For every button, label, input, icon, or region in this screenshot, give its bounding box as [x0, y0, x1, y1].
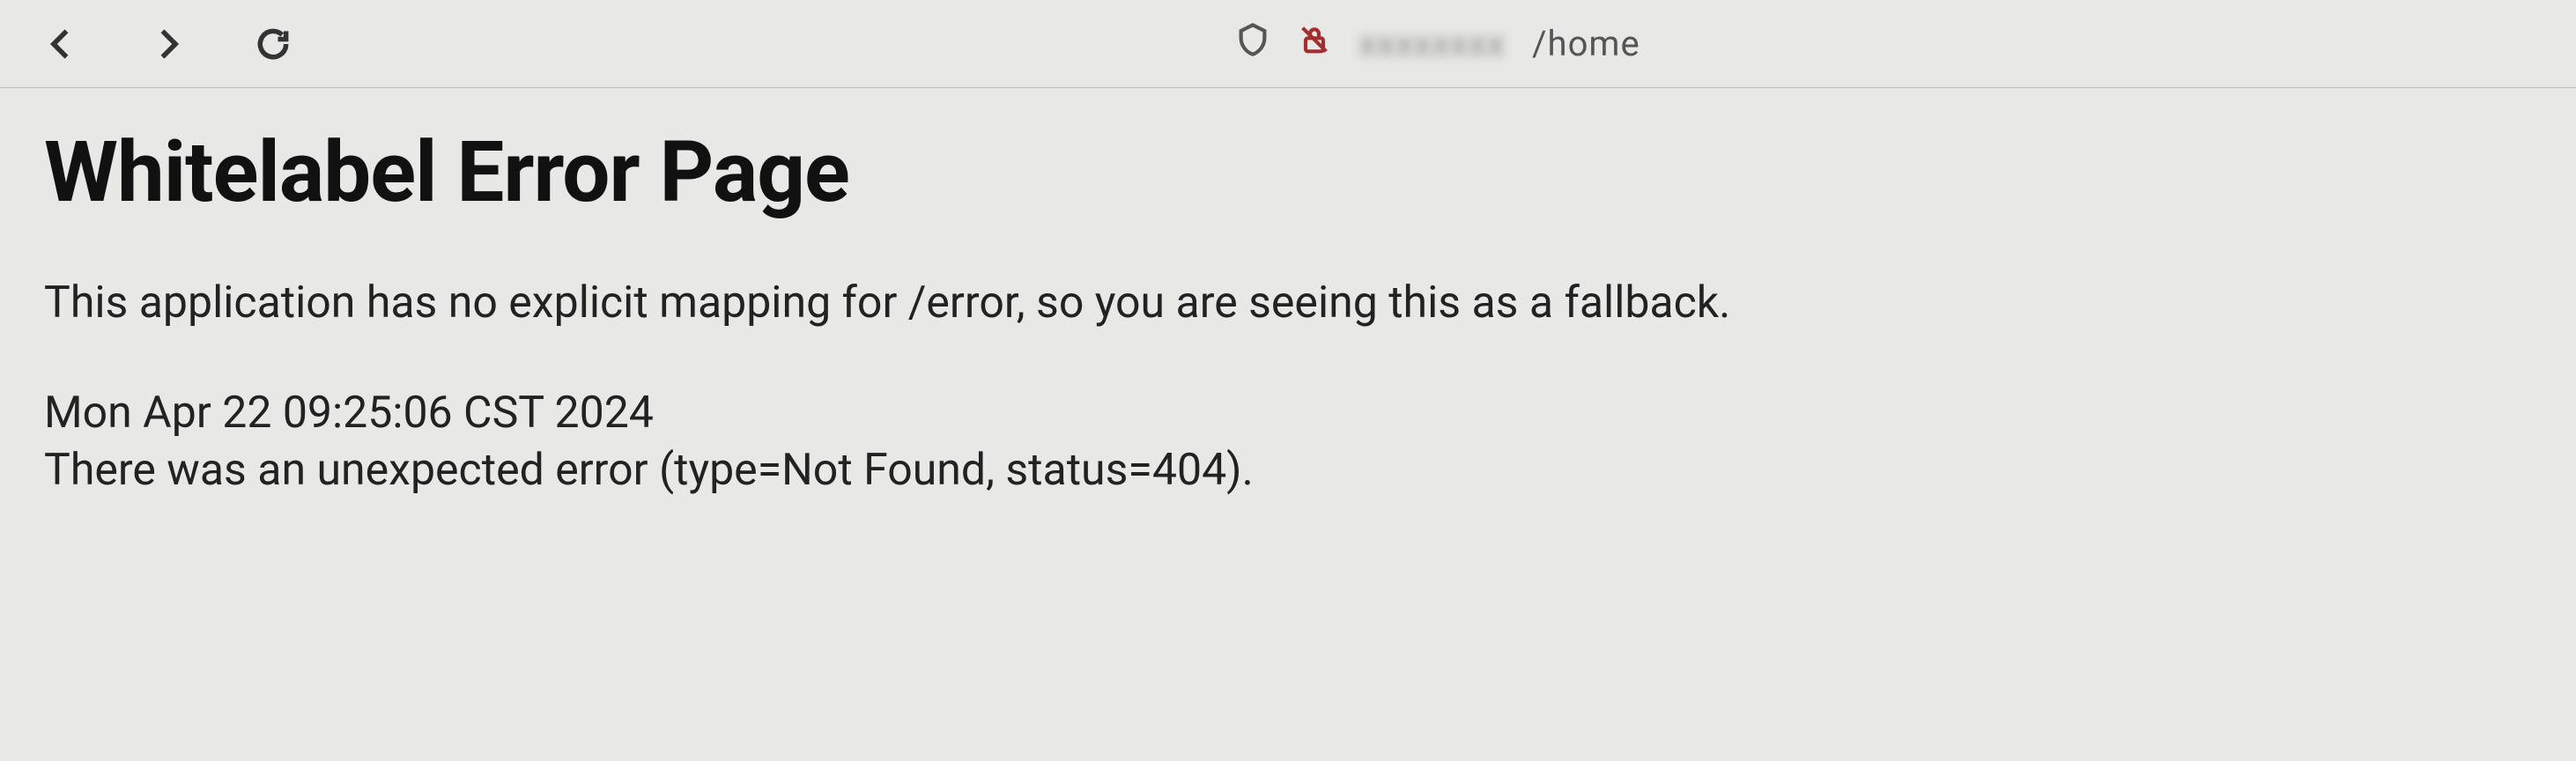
error-timestamp: Mon Apr 22 09:25:06 CST 2024 — [44, 385, 2532, 442]
shield-icon — [1235, 22, 1270, 66]
nav-buttons — [35, 18, 300, 70]
browser-toolbar: xxxxxxxx /home — [0, 0, 2576, 88]
error-detail: There was an unexpected error (type=Not … — [44, 442, 2532, 499]
address-icons — [1235, 22, 1332, 66]
error-description: This application has no explicit mapping… — [44, 275, 2532, 332]
back-button[interactable] — [35, 18, 88, 70]
address-bar[interactable]: xxxxxxxx /home — [335, 22, 2541, 66]
lock-crossed-icon — [1297, 22, 1332, 66]
forward-button[interactable] — [141, 18, 194, 70]
reload-button[interactable] — [247, 18, 300, 70]
url-path: /home — [1532, 23, 1640, 64]
url-host-obscured: xxxxxxxx — [1358, 23, 1506, 64]
page-title: Whitelabel Error Page — [44, 123, 2532, 222]
page-content: Whitelabel Error Page This application h… — [0, 88, 2576, 535]
